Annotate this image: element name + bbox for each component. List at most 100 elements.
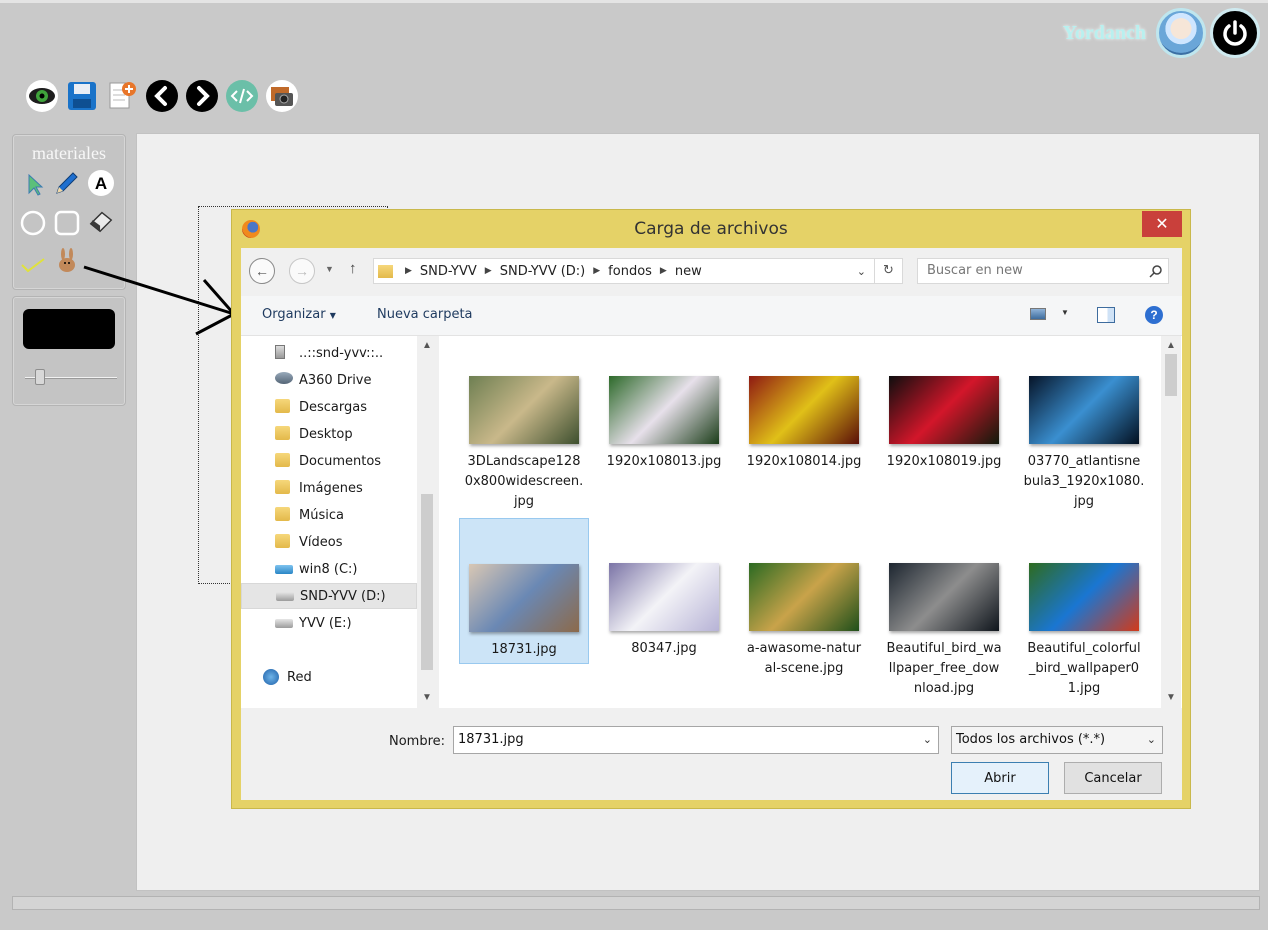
file-tile[interactable]: Beautiful_bird_wa llpaper_free_dow nload.j… — [879, 518, 1009, 696]
nav-scroll-thumb[interactable] — [421, 494, 433, 670]
folder-icon — [275, 426, 293, 442]
command-bar: Organizar ▼ Nueva carpeta ▼ ? — [241, 296, 1182, 336]
file-tile[interactable]: Beautiful_colorful _bird_wallpaper0 1.jpg — [1019, 518, 1149, 696]
file-name-line: 18731.jpg — [491, 642, 557, 657]
cloud-drive-icon — [275, 372, 293, 388]
breadcrumb-item[interactable]: new — [669, 264, 708, 279]
file-tile[interactable]: 1920x108013.jpg — [599, 376, 729, 512]
search-icon — [1149, 265, 1162, 278]
nav-item[interactable]: Imágenes — [241, 475, 417, 501]
nav-item-label: Desktop — [299, 426, 353, 442]
dialog-body: ← → ▼ ↑ ▶ SND-YVV ▶ SND-YVV (D:) ▶ fondo… — [241, 248, 1182, 800]
chevron-down-icon[interactable]: ⌄ — [923, 727, 932, 753]
up-arrow-icon[interactable]: ↑ — [349, 260, 357, 277]
file-name-line: 1.jpg — [1067, 681, 1101, 696]
file-tile[interactable]: 3DLandscape128 0x800widescreen. jpg — [459, 376, 589, 512]
nav-item[interactable]: YVV (E:) — [241, 610, 417, 636]
nav-item-label: Red — [287, 669, 312, 685]
breadcrumb-item[interactable]: SND-YVV (D:) — [494, 264, 592, 279]
nav-item[interactable]: Vídeos — [241, 529, 417, 555]
file-tile[interactable]: 1920x108019.jpg — [879, 376, 1009, 512]
file-name-line: 0x800widescreen. — [464, 474, 584, 489]
file-type-select[interactable]: Todos los archivos (*.*) ⌄ — [951, 726, 1163, 754]
file-name-line: bula3_1920x1080. — [1023, 474, 1145, 489]
nav-forward-button[interactable]: → — [289, 258, 315, 284]
file-name-line: llpaper_free_dow — [888, 661, 1000, 676]
breadcrumb-item[interactable]: SND-YVV — [414, 264, 483, 279]
file-tile[interactable]: 80347.jpg — [599, 518, 729, 664]
file-name: 1920x108019.jpg — [879, 452, 1009, 472]
view-options-icon[interactable] — [1030, 308, 1046, 320]
file-name: a-awasome-natur al-scene.jpg — [739, 639, 869, 679]
file-tile[interactable]: a-awasome-natur al-scene.jpg — [739, 518, 869, 676]
nav-back-button[interactable]: ← — [249, 258, 275, 284]
chevron-down-icon[interactable]: ⌄ — [1147, 727, 1156, 753]
nav-item[interactable]: ..::snd-yvv::.. — [241, 340, 417, 366]
filename-input[interactable]: 18731.jpg ⌄ — [453, 726, 939, 754]
address-bar[interactable]: ▶ SND-YVV ▶ SND-YVV (D:) ▶ fondos ▶ new … — [373, 258, 903, 284]
nav-item[interactable]: Red — [241, 664, 417, 690]
folder-icon — [275, 507, 293, 523]
recent-dropdown-icon[interactable]: ▼ — [325, 264, 334, 274]
scroll-up-icon[interactable]: ▲ — [422, 340, 432, 351]
file-name-line: al-scene.jpg — [764, 661, 844, 676]
back-arrow-icon: ← — [255, 263, 269, 279]
drive-icon — [276, 588, 294, 604]
file-name-line: 1920x108013.jpg — [606, 454, 722, 469]
nav-item[interactable]: Desktop — [241, 421, 417, 447]
search-input[interactable]: Buscar en new — [917, 258, 1169, 284]
organize-menu[interactable]: Organizar ▼ — [262, 307, 336, 322]
nav-item-label: ..::snd-yvv::.. — [299, 345, 384, 361]
file-name: 80347.jpg — [599, 639, 729, 659]
file-tile[interactable]: 03770_atlantisne bula3_1920x1080. jpg — [1019, 376, 1149, 512]
image-thumbnail — [609, 563, 719, 631]
scroll-down-icon[interactable]: ▼ — [1166, 692, 1176, 703]
filename-label: Nombre: — [389, 734, 446, 749]
file-name: 1920x108013.jpg — [599, 452, 729, 472]
image-thumbnail — [609, 376, 719, 444]
image-thumbnail — [469, 564, 579, 632]
file-name-line: Beautiful_colorful — [1027, 641, 1141, 656]
file-grid: 3DLandscape128 0x800widescreen. jpg 1920x10… — [439, 336, 1182, 708]
address-dropdown-icon[interactable]: ⌄ — [857, 265, 866, 278]
help-icon[interactable]: ? — [1145, 306, 1163, 324]
nav-item[interactable]: Música — [241, 502, 417, 528]
view-dropdown-icon[interactable]: ▼ — [1061, 308, 1069, 317]
nav-item[interactable]: SND-YVV (D:) — [241, 583, 417, 609]
image-thumbnail — [749, 563, 859, 631]
file-name: 18731.jpg — [460, 640, 588, 660]
scroll-up-icon[interactable]: ▲ — [1166, 340, 1176, 351]
folder-icon — [275, 399, 293, 415]
files-scroll-thumb[interactable] — [1165, 354, 1177, 396]
file-tile[interactable]: 18731.jpg — [459, 518, 589, 664]
file-name-line: 1920x108014.jpg — [746, 454, 862, 469]
nav-item[interactable]: Descargas — [241, 394, 417, 420]
scroll-down-icon[interactable]: ▼ — [422, 692, 432, 703]
breadcrumb-item[interactable]: fondos — [602, 264, 658, 279]
open-button[interactable]: Abrir — [951, 762, 1049, 794]
nav-item[interactable]: A360 Drive — [241, 367, 417, 393]
filename-value: 18731.jpg — [458, 732, 524, 747]
folder-icon — [275, 534, 293, 550]
dialog-footer: Nombre: 18731.jpg ⌄ Todos los archivos (… — [241, 708, 1182, 800]
breadcrumb-separator-icon: ▶ — [484, 266, 492, 276]
breadcrumb-separator-icon: ▶ — [405, 266, 412, 276]
nav-item[interactable]: win8 (C:) — [241, 556, 417, 582]
nav-item[interactable]: Documentos — [241, 448, 417, 474]
close-button[interactable]: ✕ — [1142, 211, 1182, 237]
nav-scrollbar[interactable]: ▲ ▼ — [417, 336, 437, 708]
file-name-line: jpg — [513, 494, 535, 509]
address-row: ← → ▼ ↑ ▶ SND-YVV ▶ SND-YVV (D:) ▶ fondo… — [241, 256, 1182, 286]
preview-pane-icon[interactable] — [1097, 307, 1115, 323]
file-tile[interactable]: 1920x108014.jpg — [739, 376, 869, 512]
refresh-icon[interactable]: ↻ — [874, 259, 902, 283]
forward-arrow-icon: → — [295, 263, 309, 279]
cancel-button[interactable]: Cancelar — [1064, 762, 1162, 794]
new-folder-button[interactable]: Nueva carpeta — [377, 307, 473, 322]
file-name-line: 80347.jpg — [631, 641, 697, 656]
file-name-line: Beautiful_bird_wa — [886, 641, 1002, 656]
folder-icon — [275, 480, 293, 496]
file-name-line: 1920x108019.jpg — [886, 454, 1002, 469]
file-upload-dialog: Carga de archivos ✕ ← → ▼ ↑ ▶ SND-YVV ▶ … — [231, 209, 1191, 809]
files-scrollbar[interactable]: ▲ ▼ — [1161, 336, 1181, 708]
